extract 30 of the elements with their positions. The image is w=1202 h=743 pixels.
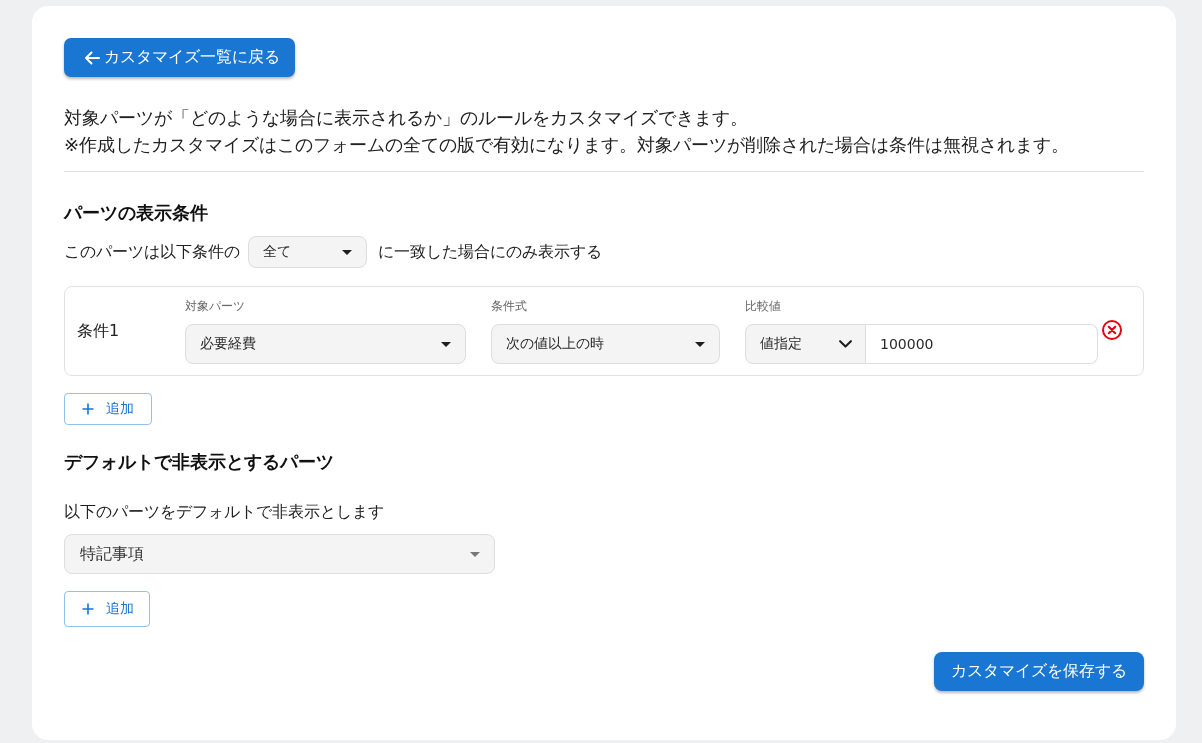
caret-down-icon (470, 551, 480, 557)
description-text: ※作成したカスタマイズはこのフォームの全ての版で有効になります。対象パーツが削除された場合は条件は無視されます。 (64, 133, 1071, 157)
add-button[interactable]: 追加 (64, 393, 152, 425)
section-heading: パーツの表示条件 (64, 201, 209, 225)
close-circle-icon[interactable] (1102, 320, 1122, 340)
operator-dropdown[interactable]: 次の値以上の時 (491, 324, 720, 364)
plus-icon (82, 603, 94, 615)
field-label: 比較値 (745, 298, 782, 314)
add-button[interactable]: 追加 (64, 591, 150, 627)
field-label: 条件式 (491, 298, 528, 314)
condition-label: 条件1 (77, 320, 121, 342)
chevron-down-icon (839, 340, 852, 348)
target-dropdown[interactable]: 必要経費 (185, 324, 466, 364)
back-button[interactable]: カスタマイズ一覧に戻る (64, 38, 295, 77)
value-input[interactable]: 100000 (866, 324, 1098, 364)
part-dropdown[interactable]: 特記事項 (64, 534, 495, 574)
plus-icon (82, 403, 94, 415)
rule-text: このパーツは以下条件の (64, 241, 240, 263)
caption-text: 以下のパーツをデフォルトで非表示とします (64, 501, 385, 523)
rule-text: に一致した場合にのみ表示する (378, 241, 602, 263)
field-label: 対象パーツ (185, 298, 246, 314)
caret-down-icon (342, 249, 352, 255)
match-dropdown[interactable]: 全て (248, 236, 367, 268)
caret-down-icon (441, 341, 451, 347)
mode-dropdown[interactable]: 値指定 (745, 324, 866, 364)
save-button[interactable]: カスタマイズを保存する (934, 652, 1144, 691)
caret-down-icon (695, 341, 705, 347)
arrow-left-icon (84, 49, 100, 66)
description-text: 対象パーツが「どのような場合に表示されるか」のルールをカスタマイズできます。 (64, 106, 749, 130)
section-heading: デフォルトで非表示とするパーツ (64, 450, 335, 474)
